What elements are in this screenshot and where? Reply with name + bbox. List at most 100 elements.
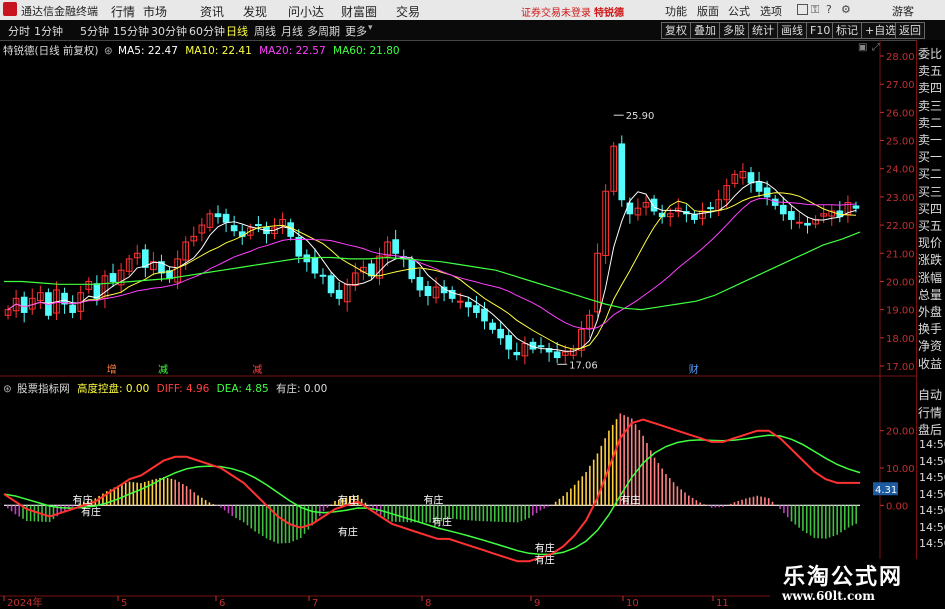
candle-body[interactable]: [214, 213, 222, 218]
candle-body[interactable]: [230, 225, 238, 232]
candle-body[interactable]: [473, 305, 480, 313]
quote-field-label[interactable]: 行情: [918, 404, 944, 421]
candle-body[interactable]: [650, 198, 658, 212]
menu-banmian[interactable]: 版面: [697, 3, 719, 19]
quote-field-label[interactable]: 盘后: [918, 421, 944, 438]
candle-body[interactable]: [109, 273, 117, 282]
candle-body[interactable]: [852, 205, 860, 209]
youzhuang-signal-label: 有庄: [423, 493, 443, 506]
btn-diejia[interactable]: 叠加: [690, 22, 720, 39]
high-price-label: 25.90: [626, 111, 655, 122]
candle-body[interactable]: [481, 308, 488, 322]
candle-body[interactable]: [796, 221, 803, 224]
more-dropdown-icon[interactable]: ▾: [368, 23, 373, 33]
period-15min[interactable]: 15分钟: [113, 23, 149, 39]
event-marker[interactable]: 增: [107, 363, 117, 376]
time-tick-label: 2024年: [7, 596, 42, 609]
price-tick-label: 22.00: [886, 221, 915, 232]
quote-field-label: 14:50: [919, 438, 945, 451]
candle-body[interactable]: [489, 322, 496, 330]
help-icon[interactable]: ?: [826, 3, 832, 16]
btn-f10[interactable]: F10: [806, 22, 835, 39]
event-marker[interactable]: 财: [689, 363, 699, 376]
candle-body[interactable]: [691, 214, 698, 220]
candle-body[interactable]: [392, 239, 399, 254]
candle-body[interactable]: [319, 274, 327, 277]
period-30min[interactable]: 30分钟: [151, 23, 187, 39]
quote-field-label: 涨幅: [918, 270, 943, 285]
price-tick-label: 21.00: [886, 249, 915, 260]
menu-gongneng[interactable]: 功能: [665, 3, 687, 19]
btn-huaxian[interactable]: 画线: [777, 22, 807, 39]
candle-body[interactable]: [335, 289, 343, 299]
candle-body[interactable]: [497, 328, 504, 339]
candle-body[interactable]: [505, 335, 513, 350]
quote-field-label: 现价: [918, 236, 943, 251]
price-tick-label: 27.00: [886, 80, 915, 91]
period-more[interactable]: 更多: [345, 23, 367, 39]
menu-caifuquan[interactable]: 财富圈: [341, 3, 377, 20]
candle-body[interactable]: [465, 301, 472, 308]
btn-duogu[interactable]: 多股: [719, 22, 749, 39]
candle-body[interactable]: [327, 275, 335, 294]
period-daily[interactable]: 日线: [226, 23, 248, 39]
period-1min[interactable]: 1分钟: [34, 23, 63, 39]
quote-field-label: 换手: [918, 322, 943, 337]
btn-tongji[interactable]: 统计: [748, 22, 778, 39]
menu-faxian[interactable]: 发现: [243, 3, 267, 20]
guest-label[interactable]: 游客: [892, 3, 914, 19]
quote-field-label: 14:50: [919, 537, 945, 550]
quote-field-label: 总量: [918, 287, 943, 302]
candle-body[interactable]: [788, 211, 795, 220]
candle-body[interactable]: [779, 204, 787, 215]
period-multi[interactable]: 多周期: [307, 23, 340, 39]
menu-jiaoyi[interactable]: 交易: [396, 3, 420, 20]
menu-zixun[interactable]: 资讯: [200, 3, 224, 20]
period-monthly[interactable]: 月线: [281, 23, 303, 39]
youzhuang-signal-label: 有庄: [81, 505, 101, 518]
stock-name-title: 特锐德: [594, 8, 624, 19]
candle-body[interactable]: [763, 187, 771, 198]
quote-field-label: 买四: [918, 201, 943, 216]
candle-body[interactable]: [755, 181, 763, 192]
candle-body[interactable]: [424, 286, 432, 297]
candle-body[interactable]: [311, 257, 319, 274]
period-60min[interactable]: 60分钟: [189, 23, 225, 39]
candle-body[interactable]: [368, 263, 375, 277]
kline-chart[interactable]: 25.9017.06增减减财 有庄有庄有庄有庄有庄有庄有庄有庄有庄 28.002…: [0, 40, 916, 609]
gear-icon[interactable]: ⚙: [841, 3, 851, 16]
menu-shichang[interactable]: 市场: [143, 3, 167, 20]
candle-body[interactable]: [20, 296, 28, 313]
event-marker[interactable]: 减: [158, 364, 168, 376]
candle-body[interactable]: [513, 351, 521, 356]
event-marker[interactable]: 减: [252, 364, 262, 376]
candle-body[interactable]: [69, 304, 76, 313]
candle-body[interactable]: [618, 143, 626, 201]
candle-body[interactable]: [707, 207, 714, 210]
candle-body[interactable]: [295, 236, 303, 257]
quote-field-label: 14:50: [919, 504, 945, 517]
candle-body[interactable]: [255, 224, 262, 227]
btn-biaoji[interactable]: 标记: [832, 22, 862, 39]
menu-xuanxiang[interactable]: 选项: [760, 3, 782, 19]
lock-icon[interactable]: ⚿: [811, 3, 819, 17]
candle-body[interactable]: [222, 213, 230, 223]
time-tick-label: 9: [534, 598, 540, 609]
candle-body[interactable]: [456, 300, 464, 303]
candle-body[interactable]: [747, 172, 755, 184]
period-fenshi[interactable]: 分时: [8, 23, 30, 39]
quote-field-label[interactable]: 自动: [918, 386, 944, 403]
candle-body[interactable]: [416, 277, 424, 291]
menu-wenxiaoda[interactable]: 问小达: [288, 3, 324, 20]
period-weekly[interactable]: 周线: [254, 23, 276, 39]
login-warning[interactable]: 证券交易未登录: [521, 4, 591, 19]
candle-body[interactable]: [537, 345, 545, 348]
candle-body[interactable]: [804, 222, 811, 226]
menu-gongshi[interactable]: 公式: [728, 3, 750, 19]
candle-body[interactable]: [553, 351, 561, 359]
btn-fuquan[interactable]: 复权: [661, 22, 691, 39]
window-icon[interactable]: [797, 4, 808, 15]
btn-fanhui[interactable]: 返回: [895, 22, 925, 39]
period-5min[interactable]: 5分钟: [80, 23, 109, 39]
menu-hangqing[interactable]: 行情: [111, 3, 135, 20]
